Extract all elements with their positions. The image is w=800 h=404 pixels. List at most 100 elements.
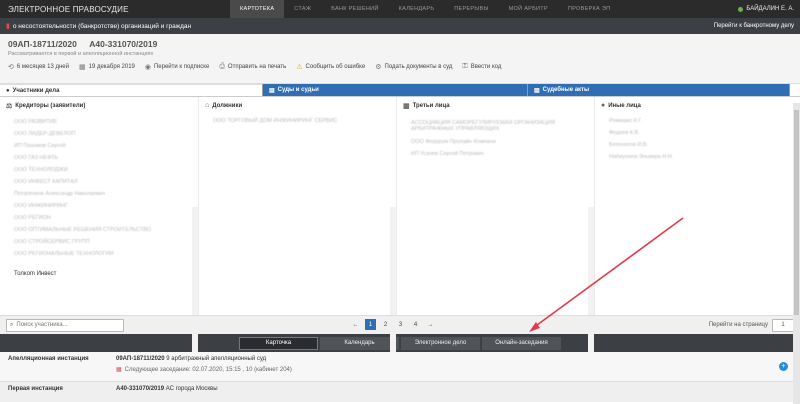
case-status: Рассматривается в первой и апелляционной… [8, 51, 154, 57]
goto-page: Перейти на страницу 1 [708, 318, 794, 332]
column-scrollbar[interactable] [390, 207, 396, 367]
nav-kartoteka[interactable]: КАРТОТЕКА [230, 0, 285, 18]
document-icon: ▮ [6, 23, 10, 30]
date-item: ▦ 19 декабря 2019 [79, 64, 135, 71]
report-error-button[interactable]: ⚠ Сообщить об ошибке [296, 63, 365, 71]
list-item[interactable]: Набиулина Эльвира Н.Н. [601, 151, 784, 163]
appeal-instance-row: Апелляционная инстанция 09АП-18711/2020 … [0, 352, 800, 382]
page-prev-button[interactable]: ← [350, 319, 361, 330]
list-item[interactable]: ООО ГАЗ НЕФТЬ [6, 152, 192, 164]
user-name: БАЙДАЛИН Е. А. [746, 6, 794, 12]
user-status-icon [738, 6, 744, 12]
nav-stazh[interactable]: СТАЖ [284, 0, 321, 18]
case-toolbar: ⟲ 6 месяцев 13 дней ▦ 19 декабря 2019 ◉ Пер… [8, 63, 792, 71]
page-2-button[interactable]: 2 [380, 319, 391, 330]
third-parties-column: ▦ Третьи лица АССОЦИАЦИЯ САМОРЕГУЛИРУЕМАЯ… [396, 97, 594, 315]
tab-electronic-case[interactable]: Электронное дело [401, 336, 480, 350]
user-menu[interactable]: БАЙДАЛИН Е. А. [738, 6, 800, 12]
list-item[interactable]: ООО ОПТИМАЛЬНЫЕ РЕШЕНИЯ СТРОИТЕЛЬСТВО [6, 224, 192, 236]
nav-check-ep[interactable]: ПРОВЕРКА ЭП [558, 0, 620, 18]
list-item[interactable]: Ромашко К.Г. [601, 115, 784, 127]
list-item[interactable]: ООО РАЗВИТИЕ [6, 116, 192, 128]
goto-page-input[interactable]: 1 [772, 318, 794, 332]
brand-title[interactable]: ЭЛЕКТРОННОЕ ПРАВОСУДИЕ [0, 5, 230, 14]
first-instance-label: Первая инстанция [8, 386, 63, 392]
nav-my-arbitr[interactable]: МОЙ АРБИТР [499, 0, 558, 18]
list-item[interactable]: ООО РЕГИОН [6, 212, 192, 224]
page-next-button[interactable]: → [425, 319, 436, 330]
print-button[interactable]: ⎙ Отправить на печать [219, 63, 286, 71]
list-item[interactable]: ООО ТОРГОВЫЙ ДОМ ИНЖИНИРИНГ СЕРВИС [205, 115, 390, 127]
list-item[interactable]: ООО ИНЖИНИРИНГ [6, 200, 192, 212]
other-parties-column: ● Иные лица Ромашко К.Г. Федяев К.В. Бело… [594, 97, 790, 315]
page-scrollbar-thumb[interactable] [794, 110, 799, 315]
list-item[interactable]: ИП Усачев Сергей Петрович [403, 148, 588, 160]
debtors-column: ⌂ Должники ООО ТОРГОВЫЙ ДОМ ИНЖИНИРИНГ СЕ… [198, 97, 396, 315]
page-3-button[interactable]: 3 [395, 319, 406, 330]
search-icon: ⌕ [10, 321, 14, 328]
first-case-link[interactable]: А40-331070/2019 [116, 386, 164, 392]
nav-breaks[interactable]: ПЕРЕРЫВЫ [444, 0, 498, 18]
calendar-icon: ▦ [79, 64, 86, 71]
main-nav: КАРТОТЕКА СТАЖ БАНК РЕШЕНИЙ КАЛЕНДАРЬ ПЕ… [230, 0, 620, 18]
top-bar: ЭЛЕКТРОННОЕ ПРАВОСУДИЕ КАРТОТЕКА СТАЖ БА… [0, 0, 800, 18]
case-sections-bar: Карточка Календарь Электронное дело Онла… [0, 334, 800, 352]
first-instance-row: Первая инстанция А40-331070/2019 АС горо… [0, 382, 800, 402]
submit-documents-button[interactable]: ⚙ Подать документы в суд [375, 63, 452, 71]
list-item[interactable]: ООО РЕГИОНАЛЬНЫЕ ТЕХНОЛОГИИ [6, 248, 192, 260]
case-tabs: ● Участники дела ▤ Суды и судьи ▤ Судебные … [0, 84, 800, 96]
column-scrollbar[interactable] [192, 207, 198, 367]
list-item[interactable]: ООО СТРОЙСЕРВИС ГРУПП [6, 236, 192, 248]
list-item[interactable]: ООО ИНВЕСТ КАПИТАЛ [6, 176, 192, 188]
column-scrollbar[interactable] [588, 207, 594, 367]
list-item[interactable]: ООО Ферррум Пролайн Компани [403, 136, 588, 148]
case-category: о несостоятельности (банкротстве) органи… [12, 22, 192, 30]
appeal-instance-label: Апелляционная инстанция [8, 356, 89, 362]
nav-calendar[interactable]: КАЛЕНДАРЬ [389, 0, 445, 18]
tab-calendar[interactable]: Календарь [320, 336, 399, 350]
list-item[interactable]: АССОЦИАЦИЯ САМОРЕГУЛИРУЕМАЯ ОРГАНИЗАЦИЯ … [403, 116, 588, 136]
subscribe-icon: ◉ [144, 64, 151, 71]
tab-acts[interactable]: ▤ Судебные акты [528, 84, 790, 96]
list-item[interactable]: Белоногов И.В. [601, 139, 784, 151]
tab-courts[interactable]: ▤ Суды и судьи [263, 84, 528, 96]
printer-icon: ⎙ [219, 63, 225, 70]
page-1-button[interactable]: 1 [365, 319, 376, 330]
participants-footer: ⌕ Поиск участника... ← 1 2 3 4 → Перейти… [0, 315, 800, 334]
gear-icon: ⚙ [375, 64, 382, 71]
enter-code-button[interactable]: ⚿ Ввести код [462, 63, 501, 71]
creditors-title: ⚖ Кредиторы (заявители) [6, 103, 86, 110]
first-case-number: А40-331070/2019 [89, 39, 158, 49]
tab-card[interactable]: Карточка [239, 336, 318, 350]
list-item[interactable]: ООО ЛИДЕР-ДЕВЕЛОП [6, 128, 192, 140]
subscribe-button[interactable]: ◉ Перейти к подписке [145, 63, 209, 71]
next-hearing: ▦ Следующее заседание: 02.07.2020, 15:15 … [116, 366, 292, 374]
bankruptcy-case-link[interactable]: Перейти к банкротному делу [714, 23, 794, 29]
list-item[interactable]: Толкоm Инвест [6, 268, 192, 280]
scales-icon: ⚖ [6, 103, 13, 110]
clock-icon: ⟲ [8, 64, 14, 71]
third-parties-title: ▦ Третьи лица [403, 103, 450, 110]
list-item[interactable]: ИП Пахомов Сергей [6, 140, 192, 152]
folder-icon: ▤ [534, 87, 540, 94]
user-icon: ● [6, 87, 10, 94]
page-4-button[interactable]: 4 [410, 319, 421, 330]
goto-page-label: Перейти на страницу [708, 322, 768, 328]
warning-icon: ⚠ [296, 64, 303, 71]
case-header: 09АП-18711/2020 А40-331070/2019 Рассматр… [0, 34, 800, 84]
tab-participants[interactable]: ● Участники дела [0, 84, 263, 96]
case-numbers: 09АП-18711/2020 А40-331070/2019 [8, 39, 792, 49]
participant-search-input[interactable]: ⌕ Поиск участника... [6, 318, 124, 332]
key-icon: ⚿ [462, 63, 468, 70]
expand-plus-icon[interactable]: + [779, 362, 788, 371]
nav-bank-resheniy[interactable]: БАНК РЕШЕНИЙ [321, 0, 388, 18]
list-item[interactable]: Потапенков Александр Николаевич [6, 188, 192, 200]
list-item[interactable]: ООО ТЕХНОЛОДЖИ [6, 164, 192, 176]
duration-item: ⟲ 6 месяцев 13 дней [8, 64, 69, 71]
appeal-case-link[interactable]: 09АП-18711/2020 [116, 356, 165, 362]
first-instance-info: А40-331070/2019 АС города Москвы [116, 386, 218, 398]
tab-online-hearings[interactable]: Онлайн-заседания [482, 336, 561, 350]
appeal-court: 9 арбитражный апелляционный суд [166, 356, 267, 362]
appeal-case-number: 09АП-18711/2020 [8, 39, 77, 49]
list-item[interactable]: Федяев К.В. [601, 127, 784, 139]
